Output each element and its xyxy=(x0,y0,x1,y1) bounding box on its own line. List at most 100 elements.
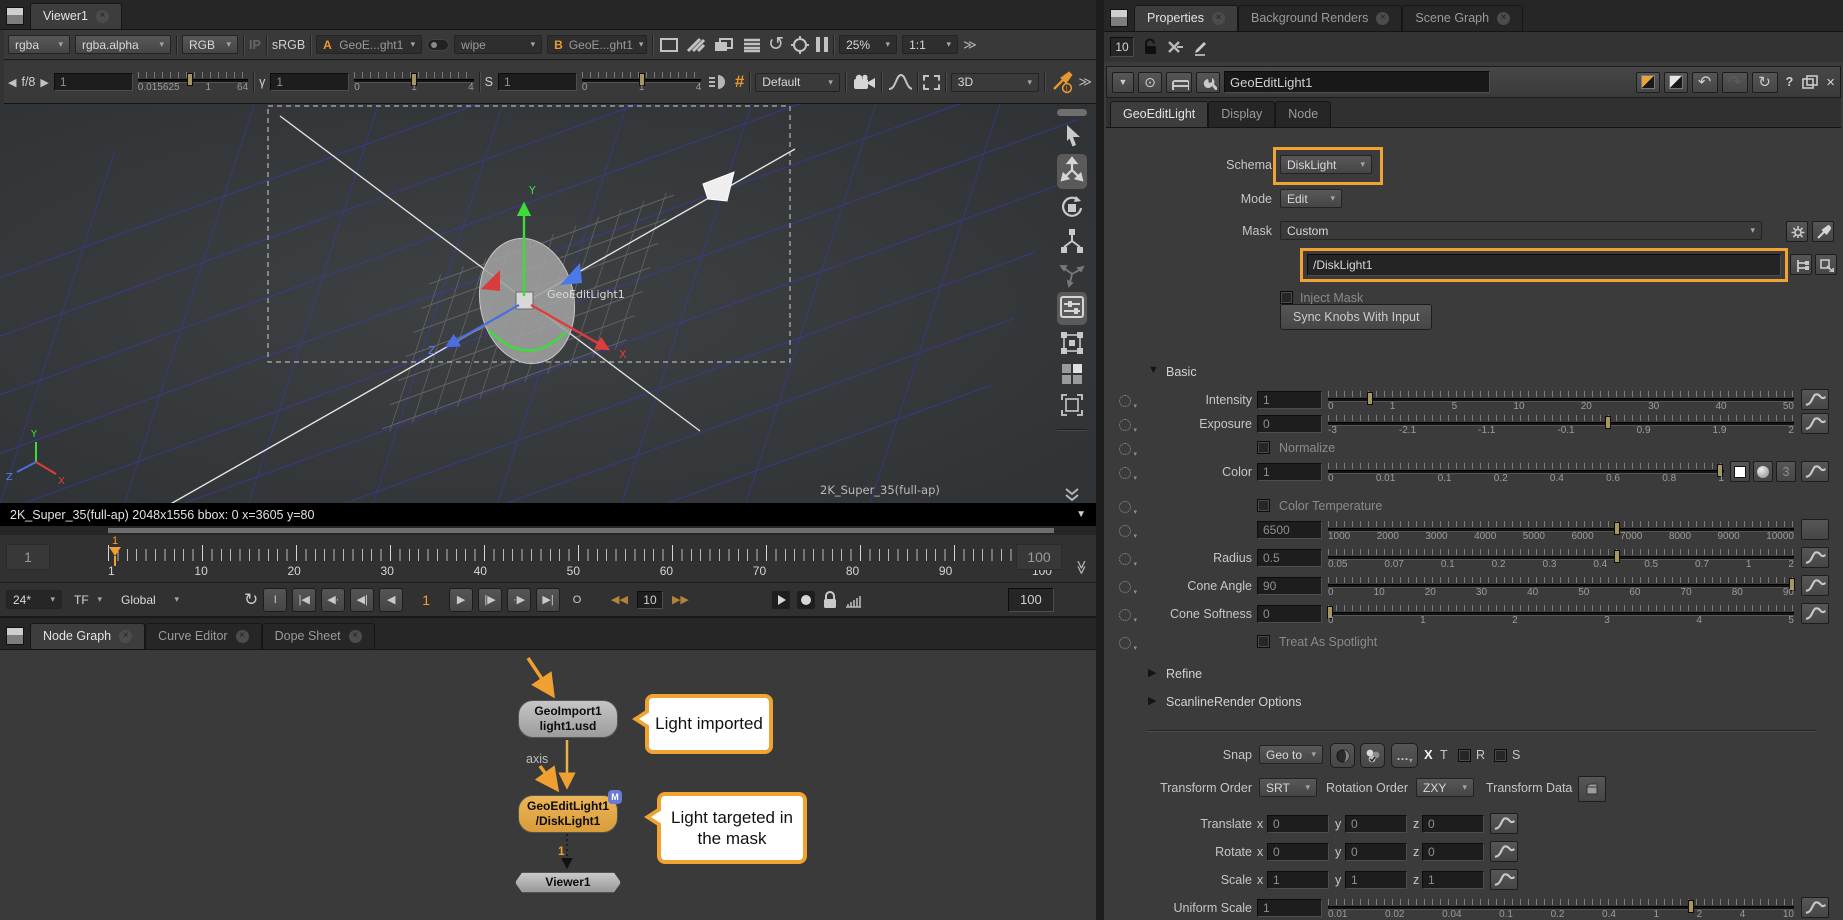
radius-field[interactable]: 0.5 xyxy=(1257,549,1322,567)
curve-icon[interactable] xyxy=(1490,813,1518,834)
uniform-scale-field[interactable]: 1 xyxy=(1257,899,1322,917)
saturation-slider[interactable]: 014 xyxy=(582,71,701,93)
snap-geo-button[interactable] xyxy=(1330,743,1355,768)
curve-icon[interactable] xyxy=(1801,461,1829,482)
ratio-dropdown[interactable]: 1:1▾ xyxy=(902,35,958,54)
translate-z-field[interactable]: 0 xyxy=(1422,815,1484,833)
transform-order-dropdown[interactable]: SRT▾ xyxy=(1259,778,1317,797)
marquee-select-icon[interactable] xyxy=(923,75,940,90)
animation-menu-icon[interactable] xyxy=(1119,637,1131,649)
cone-angle-field[interactable]: 90 xyxy=(1257,577,1322,595)
color-sample-icon[interactable]: ! xyxy=(1050,70,1074,94)
close-icon[interactable]: × xyxy=(96,10,109,23)
eyedropper-icon[interactable] xyxy=(1812,221,1834,242)
center-node-icon[interactable]: ⊙ xyxy=(1138,72,1162,93)
curve-icon[interactable] xyxy=(1801,413,1829,434)
record-icon[interactable] xyxy=(796,590,816,610)
more-tools-chevron[interactable]: ≫ xyxy=(963,37,977,53)
jump-back-button[interactable]: ◀◀ xyxy=(607,588,632,612)
gain-slider[interactable]: 0.015625164 xyxy=(138,71,248,93)
pane-menu-icon[interactable] xyxy=(1110,9,1128,27)
color-temperature-checkbox[interactable] xyxy=(1257,499,1270,512)
undo-icon[interactable]: ↶ xyxy=(1692,72,1718,93)
clear-panels-icon[interactable] xyxy=(1166,39,1184,55)
curve-icon[interactable] xyxy=(1801,389,1829,410)
pane-menu-icon[interactable] xyxy=(6,627,24,645)
uniform-scale-slider[interactable]: 0.010.020.040.10.20.412410 xyxy=(1328,898,1794,920)
node-geoeditlight1[interactable]: GeoEditLight1/DiskLight1 M xyxy=(518,795,618,833)
prev-keyframe-button[interactable]: ◀· xyxy=(321,588,345,612)
flipbook-ramp-icon[interactable] xyxy=(844,590,864,610)
node-geoimport1[interactable]: GeoImport1light1.usd xyxy=(518,700,618,738)
set-in-button[interactable]: I xyxy=(263,588,287,612)
gain-field[interactable]: 1 xyxy=(54,73,133,91)
rotate-tool-icon[interactable] xyxy=(1058,193,1086,222)
transform-data-button[interactable] xyxy=(1578,776,1606,802)
snap-dropdown[interactable]: Geo to▾ xyxy=(1259,745,1323,764)
edit-pencil-icon[interactable] xyxy=(1192,38,1208,56)
tab-properties[interactable]: Properties× xyxy=(1134,5,1238,31)
gamma-field[interactable]: 1 xyxy=(270,73,349,91)
curve-icon[interactable] xyxy=(1490,841,1518,862)
input-process-lamp-icon[interactable] xyxy=(706,71,730,93)
mask-dropdown[interactable]: Custom▾ xyxy=(1280,221,1762,240)
temperature-field[interactable]: 6500 xyxy=(1257,521,1322,539)
snap-r-checkbox[interactable] xyxy=(1458,749,1471,762)
goto-start-button[interactable]: |◀ xyxy=(292,588,316,612)
panel-sliders-icon[interactable] xyxy=(1058,293,1086,321)
rotation-order-dropdown[interactable]: ZXY▾ xyxy=(1416,778,1474,797)
node-viewer1[interactable]: Viewer1 xyxy=(515,872,621,893)
fps-dropdown[interactable]: 24*▾ xyxy=(6,590,62,609)
saturation-field[interactable]: 1 xyxy=(498,73,577,91)
b-input-dropdown[interactable]: BGeoE...ght1▾ xyxy=(547,35,647,54)
curve-icon[interactable] xyxy=(1801,897,1829,918)
temperature-swatch-button[interactable] xyxy=(1801,519,1829,540)
animation-menu-icon[interactable] xyxy=(1119,443,1131,455)
exposure-field[interactable]: 0 xyxy=(1257,415,1322,433)
gear-icon[interactable] xyxy=(1786,221,1808,242)
lock-panels-icon[interactable] xyxy=(1142,38,1158,56)
info-bar-expand-icon[interactable]: ▼ xyxy=(1076,509,1086,520)
full-frame-icon[interactable] xyxy=(658,36,680,54)
play-backward-button[interactable]: ◀ xyxy=(379,588,403,612)
intensity-slider[interactable]: 0151020304050 xyxy=(1328,390,1794,412)
snap-s-checkbox[interactable] xyxy=(1494,749,1507,762)
next-keyframe-button[interactable]: ·▶ xyxy=(507,588,531,612)
view-mode-dropdown[interactable]: 3D▾ xyxy=(951,73,1039,92)
curve-icon[interactable] xyxy=(1801,547,1829,568)
pane-splitter[interactable] xyxy=(1096,0,1104,920)
node-graph-canvas[interactable]: GeoImport1light1.usd GeoEditLight1/DiskL… xyxy=(0,650,1096,920)
tab-background-renders[interactable]: Background Renders× xyxy=(1238,5,1402,31)
render-flipbook-icon[interactable] xyxy=(771,590,791,610)
channels-dropdown[interactable]: rgba▾ xyxy=(8,35,70,54)
viewport-3d[interactable]: GeoEditLight1 Y X Z Y Z X 2K_Super_35(fu… xyxy=(0,104,1096,503)
playhead[interactable]: 1 xyxy=(109,535,121,566)
set-out-button[interactable]: O xyxy=(565,588,589,612)
animation-menu-icon[interactable] xyxy=(1119,501,1131,513)
curve-icon[interactable] xyxy=(1801,603,1829,624)
revert-icon[interactable]: ↻ xyxy=(1752,72,1778,93)
snap-points-button[interactable] xyxy=(1360,743,1385,768)
close-icon[interactable]: × xyxy=(1497,12,1510,25)
playback-end-field[interactable]: 100 xyxy=(1008,588,1054,612)
next-fstop-icon[interactable]: ▶ xyxy=(40,76,48,89)
help-icon[interactable]: ? xyxy=(1786,75,1794,89)
jump-forward-button[interactable]: ▶▶ xyxy=(668,588,693,612)
node-color-toggle[interactable] xyxy=(1664,72,1688,93)
range-end-field[interactable]: 100 xyxy=(1016,544,1062,570)
color-slider[interactable]: 00.010.10.20.40.60.81 xyxy=(1328,462,1724,484)
overlay-compare-icon[interactable] xyxy=(712,36,736,54)
wrench-icon[interactable] xyxy=(1196,72,1220,93)
pick-from-viewer-icon[interactable] xyxy=(1815,254,1837,275)
range-start-field[interactable]: 1 xyxy=(6,544,50,570)
scatter-tool-icon[interactable] xyxy=(1058,259,1086,288)
curve-icon[interactable] xyxy=(1490,869,1518,890)
scanline-group-arrow[interactable]: ▶ xyxy=(1148,694,1156,707)
lock-range-icon[interactable] xyxy=(821,590,839,610)
color-wheel-icon[interactable] xyxy=(1753,461,1773,482)
roi-icon[interactable] xyxy=(789,35,811,55)
mask-path-field[interactable]: /DiskLight1 xyxy=(1307,254,1781,276)
scale-z-field[interactable]: 1 xyxy=(1422,871,1484,889)
sync-knobs-button[interactable]: Sync Knobs With Input xyxy=(1280,304,1432,330)
select-tool-icon[interactable] xyxy=(1058,121,1086,150)
